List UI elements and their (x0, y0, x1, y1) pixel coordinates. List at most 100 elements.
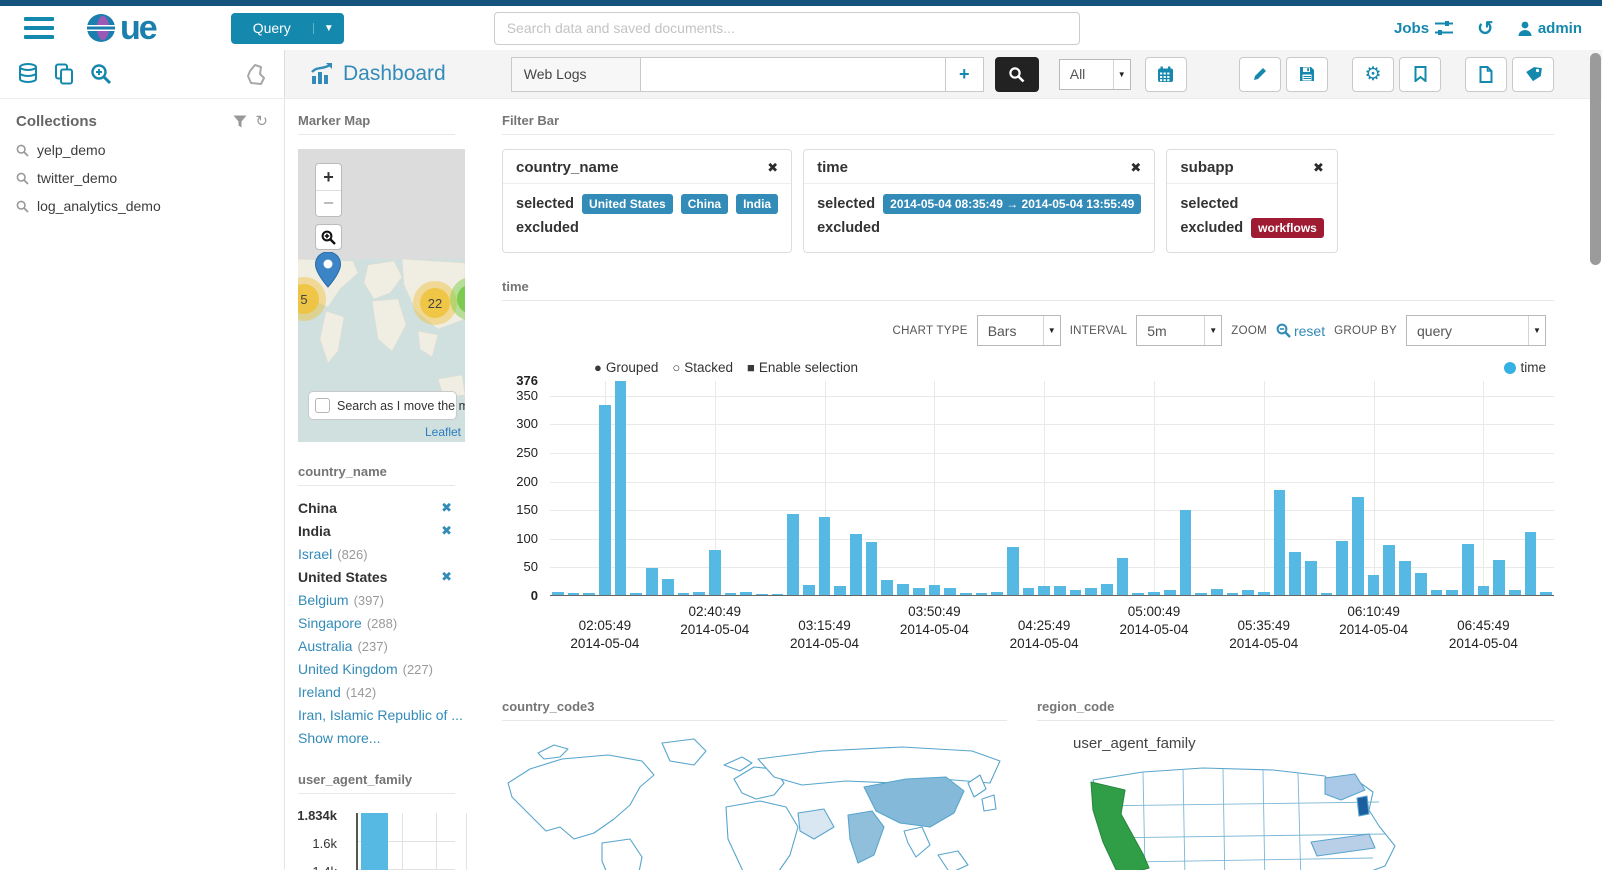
time-bar[interactable] (1195, 592, 1207, 595)
time-bar[interactable] (1069, 590, 1082, 595)
remove-facet-icon[interactable]: ✖ (441, 500, 455, 516)
time-bar[interactable] (1289, 552, 1301, 595)
edit-button[interactable] (1239, 56, 1281, 92)
time-bar[interactable] (787, 514, 799, 595)
facet-value-label[interactable]: Australia (298, 638, 352, 654)
time-bar[interactable] (1242, 590, 1254, 595)
map-search-checkbox[interactable] (315, 398, 330, 413)
map-zoom-area-button[interactable] (315, 224, 342, 250)
time-bar[interactable] (1305, 560, 1317, 595)
time-bar[interactable] (1399, 560, 1411, 595)
time-bar[interactable] (975, 593, 988, 595)
time-bar[interactable] (1006, 546, 1019, 595)
us-gradient-map[interactable] (1073, 762, 1473, 870)
time-bar[interactable] (1336, 540, 1349, 595)
facet-value-label[interactable]: Singapore (298, 615, 362, 631)
new-document-button[interactable] (1465, 56, 1507, 92)
time-bar[interactable] (1493, 559, 1505, 595)
time-bar[interactable] (959, 593, 972, 595)
collection-item[interactable]: twitter_demo (16, 170, 268, 186)
time-bar[interactable] (724, 593, 737, 595)
leaflet-attribution-link[interactable]: Leaflet (425, 425, 461, 439)
time-bar[interactable] (740, 591, 752, 595)
documents-copy-icon[interactable] (54, 63, 74, 85)
vertical-scrollbar[interactable] (1589, 50, 1602, 870)
time-bar[interactable] (1257, 591, 1270, 595)
timespan-select[interactable]: All ▼ (1058, 58, 1131, 90)
remove-facet-icon[interactable]: ✖ (441, 523, 455, 539)
zoom-reset-link[interactable]: reset (1276, 323, 1325, 339)
grouped-radio[interactable]: ● Grouped (594, 360, 658, 375)
filter-badge[interactable]: India (736, 194, 779, 214)
scrollbar-thumb[interactable] (1590, 53, 1601, 265)
close-icon[interactable]: ✖ (739, 160, 778, 176)
time-bar[interactable] (1085, 588, 1098, 595)
time-bar[interactable] (630, 593, 643, 595)
query-caret-icon[interactable]: ▼ (312, 22, 344, 34)
facet-value-label[interactable]: Ireland (298, 684, 341, 700)
show-more-link[interactable]: Show more... (298, 730, 455, 746)
time-bar[interactable] (677, 593, 690, 595)
time-bar[interactable] (991, 591, 1003, 595)
time-bar[interactable] (599, 405, 611, 595)
time-bar[interactable] (865, 541, 878, 595)
collection-item[interactable]: yelp_demo (16, 142, 268, 158)
time-bar[interactable] (1132, 593, 1145, 595)
stacked-radio[interactable]: ○ Stacked (672, 360, 733, 375)
time-bar[interactable] (850, 534, 862, 595)
time-bar[interactable] (881, 579, 894, 595)
time-bar[interactable] (1179, 509, 1192, 595)
global-search-input[interactable] (493, 11, 1080, 45)
facet-value-label[interactable]: Belgium (298, 592, 349, 608)
time-bar[interactable] (1461, 543, 1474, 595)
time-bar[interactable] (1430, 590, 1443, 595)
add-filter-button[interactable]: + (945, 56, 984, 92)
filter-funnel-icon[interactable] (233, 115, 247, 128)
collection-name-box[interactable]: Web Logs (510, 56, 641, 92)
map-zoom-out-button[interactable]: − (316, 190, 341, 216)
time-bar[interactable] (818, 517, 831, 595)
filter-badge[interactable]: 2014-05-04 08:35:49 → 2014-05-04 13:55:4… (883, 194, 1142, 214)
time-bar[interactable] (1383, 544, 1396, 595)
close-icon[interactable]: ✖ (1285, 160, 1324, 176)
drag-widget-icon[interactable] (245, 63, 266, 85)
chart-type-select[interactable]: Bars ▼ (976, 315, 1061, 346)
refresh-icon[interactable]: ↻ (255, 114, 268, 129)
search-button[interactable] (994, 56, 1039, 92)
time-bar[interactable] (1054, 586, 1066, 595)
jobs-link[interactable]: Jobs (1394, 20, 1454, 37)
time-bar[interactable] (1022, 588, 1035, 595)
zoom-in-icon[interactable] (90, 63, 112, 85)
time-bar[interactable] (1163, 590, 1176, 595)
tag-button[interactable] (1512, 56, 1554, 92)
group-by-select[interactable]: query ▼ (1406, 315, 1546, 346)
time-bar[interactable] (708, 550, 721, 595)
user-agent-bar[interactable] (361, 813, 388, 870)
dashboard-query-input[interactable] (640, 56, 946, 92)
close-icon[interactable]: ✖ (1102, 160, 1141, 176)
time-bar[interactable] (771, 593, 784, 595)
collection-item[interactable]: log_analytics_demo (16, 198, 268, 214)
time-bar[interactable] (1524, 532, 1537, 595)
enable-selection-checkbox[interactable]: ■ Enable selection (747, 360, 858, 375)
marker-map[interactable]: + − 5222 Se (298, 149, 465, 442)
calendar-button[interactable] (1144, 56, 1187, 92)
time-bar[interactable] (944, 588, 956, 595)
settings-button[interactable]: ⚙ (1352, 56, 1394, 92)
time-bar[interactable] (1446, 590, 1458, 595)
save-button[interactable] (1286, 56, 1328, 92)
time-bar[interactable] (1273, 489, 1286, 595)
interval-select[interactable]: 5m ▼ (1136, 315, 1223, 346)
remove-facet-icon[interactable]: ✖ (441, 569, 455, 585)
time-bar[interactable] (646, 567, 658, 595)
time-bar[interactable] (567, 593, 580, 595)
time-bar[interactable] (1352, 497, 1364, 595)
time-bar[interactable] (693, 591, 705, 595)
time-bar[interactable] (661, 578, 674, 595)
filter-badge[interactable]: United States (582, 194, 673, 214)
time-bar[interactable] (928, 585, 941, 595)
collections-database-icon[interactable] (18, 63, 38, 85)
time-bar[interactable] (1540, 592, 1552, 595)
world-gradient-map[interactable] (502, 735, 1007, 870)
time-bar[interactable] (1226, 593, 1239, 595)
